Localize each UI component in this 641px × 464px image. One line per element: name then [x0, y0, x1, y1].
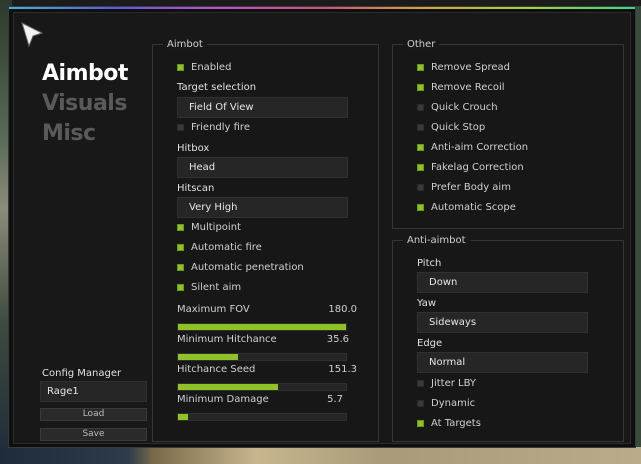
quick-stop-checkbox[interactable]: Quick Stop	[417, 121, 485, 134]
quick-crouch-checkbox-box[interactable]	[417, 104, 424, 111]
automatic-fire-checkbox[interactable]: Automatic fire	[177, 241, 262, 254]
yaw-dropdown[interactable]: Sideways	[417, 312, 588, 333]
minimum-hitchance-value: 35.6	[326, 334, 349, 345]
anti-aimbot-group-title: Anti-aimbot	[403, 234, 470, 247]
hitscan-label: Hitscan	[177, 183, 215, 194]
anti-aim-correction-checkbox[interactable]: Anti-aim Correction	[417, 141, 528, 154]
silent-aim-checkbox[interactable]: Silent aim	[177, 281, 241, 294]
prefer-body-aim-label: Prefer Body aim	[431, 182, 511, 193]
quick-crouch-checkbox[interactable]: Quick Crouch	[417, 101, 498, 114]
remove-spread-checkbox[interactable]: Remove Spread	[417, 61, 510, 74]
config-manager-label: Config Manager	[42, 368, 122, 379]
quick-stop-checkbox-box[interactable]	[417, 124, 424, 131]
maximum-fov-label: Maximum FOV	[177, 304, 250, 315]
target-selection-dropdown[interactable]: Field Of View	[177, 97, 348, 118]
menu-inner-panel: Aimbot Visuals Misc Aimbot Enabled Targe…	[13, 12, 631, 444]
automatic-fire-label: Automatic fire	[191, 242, 262, 253]
load-button[interactable]: Load	[40, 408, 147, 421]
maximum-fov-slider-fill	[178, 324, 346, 330]
aimbot-group-title: Aimbot	[163, 38, 207, 51]
pitch-label: Pitch	[417, 258, 442, 269]
remove-recoil-label: Remove Recoil	[431, 82, 505, 93]
friendly-fire-checkbox[interactable]: Friendly fire	[177, 121, 250, 134]
jitter-lby-label: Jitter LBY	[431, 378, 477, 389]
edge-dropdown[interactable]: Normal	[417, 352, 588, 373]
automatic-penetration-checkbox-box[interactable]	[177, 264, 184, 271]
quick-crouch-label: Quick Crouch	[431, 102, 498, 113]
enabled-checkbox-box[interactable]	[177, 64, 184, 71]
silent-aim-label: Silent aim	[191, 282, 242, 293]
automatic-scope-label: Automatic Scope	[431, 202, 516, 213]
aimbot-group: Aimbot Enabled Target selection Field Of…	[152, 38, 379, 442]
enabled-checkbox[interactable]: Enabled	[177, 61, 231, 74]
hitchance-seed-value: 151.3	[328, 364, 357, 375]
prefer-body-aim-checkbox[interactable]: Prefer Body aim	[417, 181, 511, 194]
cursor-arrow-icon	[21, 22, 44, 48]
dynamic-checkbox-box[interactable]	[417, 400, 424, 407]
silent-aim-checkbox-box[interactable]	[177, 284, 184, 291]
minimum-hitchance-slider[interactable]	[177, 353, 347, 361]
remove-spread-checkbox-box[interactable]	[417, 64, 424, 71]
prefer-body-aim-checkbox-box[interactable]	[417, 184, 424, 191]
minimum-damage-label: Minimum Damage	[177, 394, 269, 405]
hitbox-dropdown[interactable]: Head	[177, 157, 348, 178]
jitter-lby-checkbox-box[interactable]	[417, 380, 424, 387]
pitch-dropdown[interactable]: Down	[417, 272, 588, 293]
friendly-fire-label: Friendly fire	[191, 122, 250, 133]
hitbox-label: Hitbox	[177, 143, 210, 154]
edge-label: Edge	[417, 338, 443, 349]
hitchance-seed-slider-fill	[178, 384, 278, 390]
enabled-label: Enabled	[191, 62, 232, 73]
cheat-menu-window: Aimbot Visuals Misc Aimbot Enabled Targe…	[8, 6, 636, 448]
multipoint-checkbox-box[interactable]	[177, 224, 184, 231]
automatic-fire-checkbox-box[interactable]	[177, 244, 184, 251]
hitchance-seed-label: Hitchance Seed	[177, 364, 256, 375]
fakelag-correction-checkbox-box[interactable]	[417, 164, 424, 171]
multipoint-checkbox[interactable]: Multipoint	[177, 221, 241, 234]
maximum-fov-value: 180.0	[328, 304, 357, 315]
rainbow-accent-bar	[9, 7, 635, 9]
jitter-lby-checkbox[interactable]: Jitter LBY	[417, 377, 476, 390]
fakelag-correction-checkbox[interactable]: Fakelag Correction	[417, 161, 524, 174]
dynamic-label: Dynamic	[431, 398, 476, 409]
dynamic-checkbox[interactable]: Dynamic	[417, 397, 475, 410]
anti-aimbot-group: Anti-aimbot Pitch Down Yaw Sideways Edge…	[392, 234, 624, 442]
hitscan-dropdown[interactable]: Very High	[177, 197, 348, 218]
remove-recoil-checkbox[interactable]: Remove Recoil	[417, 81, 505, 94]
game-background-bottom	[0, 447, 641, 464]
maximum-fov-slider[interactable]	[177, 323, 347, 331]
friendly-fire-checkbox-box[interactable]	[177, 124, 184, 131]
remove-recoil-checkbox-box[interactable]	[417, 84, 424, 91]
target-selection-label: Target selection	[177, 82, 257, 93]
at-targets-checkbox[interactable]: At Targets	[417, 417, 481, 430]
tab-aimbot[interactable]: Aimbot	[42, 61, 128, 86]
automatic-scope-checkbox[interactable]: Automatic Scope	[417, 201, 516, 214]
anti-aim-correction-checkbox-box[interactable]	[417, 144, 424, 151]
anti-aim-correction-label: Anti-aim Correction	[431, 142, 529, 153]
minimum-damage-slider-fill	[178, 414, 188, 420]
config-name-field[interactable]: Rage1	[40, 381, 147, 402]
at-targets-checkbox-box[interactable]	[417, 420, 424, 427]
minimum-damage-slider[interactable]	[177, 413, 347, 421]
at-targets-label: At Targets	[431, 418, 481, 429]
minimum-hitchance-label: Minimum Hitchance	[177, 334, 277, 345]
yaw-label: Yaw	[417, 298, 437, 309]
save-button[interactable]: Save	[40, 428, 147, 441]
fakelag-correction-label: Fakelag Correction	[431, 162, 524, 173]
multipoint-label: Multipoint	[191, 222, 241, 233]
tab-misc[interactable]: Misc	[42, 121, 96, 146]
quick-stop-label: Quick Stop	[431, 122, 486, 133]
other-group-title: Other	[403, 38, 440, 51]
automatic-penetration-label: Automatic penetration	[191, 262, 304, 273]
tab-visuals[interactable]: Visuals	[42, 91, 127, 116]
automatic-penetration-checkbox[interactable]: Automatic penetration	[177, 261, 304, 274]
hitchance-seed-slider[interactable]	[177, 383, 347, 391]
minimum-hitchance-slider-fill	[178, 354, 238, 360]
remove-spread-label: Remove Spread	[431, 62, 510, 73]
other-group: Other Remove Spread Remove Recoil Quick …	[392, 38, 624, 229]
minimum-damage-value: 5.7	[327, 394, 343, 405]
automatic-scope-checkbox-box[interactable]	[417, 204, 424, 211]
